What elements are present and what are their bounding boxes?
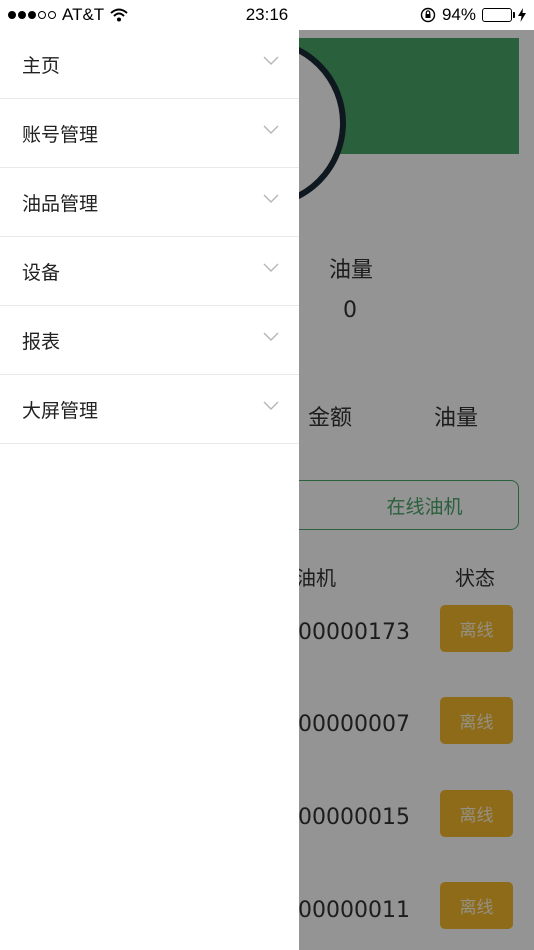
- menu-item-label: 设备: [22, 261, 61, 284]
- chevron-down-icon: [263, 332, 279, 341]
- menu-item-home[interactable]: 主页: [0, 30, 299, 99]
- status-bar: AT&T 23:16 94%: [0, 0, 534, 30]
- charging-bolt-icon: [518, 8, 526, 22]
- chevron-down-icon: [263, 56, 279, 65]
- chevron-down-icon: [263, 125, 279, 134]
- menu-item-account-management[interactable]: 账号管理: [0, 99, 299, 168]
- menu-item-label: 大屏管理: [22, 399, 99, 422]
- menu-item-label: 报表: [22, 330, 61, 353]
- chevron-down-icon: [263, 401, 279, 410]
- menu-item-reports[interactable]: 报表: [0, 306, 299, 375]
- battery-percent: 94%: [441, 5, 476, 24]
- side-drawer: 主页 账号管理 油品管理 设备 报表 大屏管理: [0, 30, 299, 950]
- menu-item-label: 账号管理: [22, 123, 99, 146]
- orientation-lock-icon: [420, 7, 436, 23]
- menu-item-label: 油品管理: [22, 192, 99, 215]
- status-right: 94%: [420, 5, 526, 25]
- chevron-down-icon: [263, 263, 279, 272]
- menu-item-devices[interactable]: 设备: [0, 237, 299, 306]
- chevron-down-icon: [263, 194, 279, 203]
- menu-item-big-screen-management[interactable]: 大屏管理: [0, 375, 299, 444]
- menu-item-label: 主页: [22, 54, 61, 77]
- menu-item-oil-management[interactable]: 油品管理: [0, 168, 299, 237]
- battery-icon: [482, 8, 515, 22]
